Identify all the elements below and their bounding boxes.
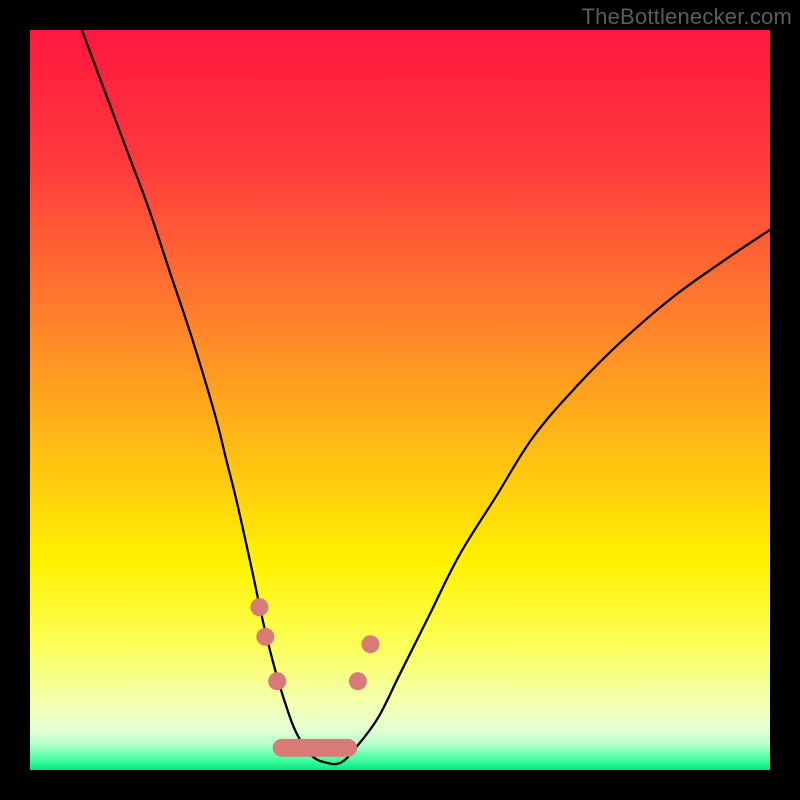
bottleneck-curve: [30, 30, 770, 770]
curve-marker: [361, 635, 379, 653]
plot-area: [30, 30, 770, 770]
watermark-text: TheBottlenecker.com: [582, 4, 792, 30]
chart-frame: TheBottlenecker.com: [0, 0, 800, 800]
curve-marker: [256, 628, 274, 646]
curve-marker: [268, 672, 286, 690]
curve-marker: [250, 598, 268, 616]
curve-marker: [349, 672, 367, 690]
